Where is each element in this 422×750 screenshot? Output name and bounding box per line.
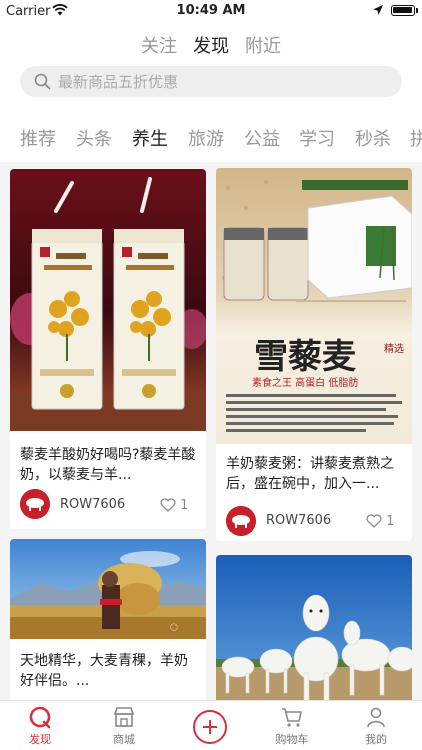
feed-grid: 藜麦羊酸奶好喝吗?藜麦羊酸奶，以藜麦与羊... ROW7606 1 雪藜麦 精选… bbox=[0, 162, 422, 700]
card-title: 羊奶藜麦粥：讲藜麦煮熟之后，盛在碗中，加入一... bbox=[226, 456, 394, 492]
battery-tip bbox=[416, 8, 418, 13]
tab-follow[interactable]: 关注 bbox=[141, 32, 177, 58]
profile-icon bbox=[367, 707, 385, 728]
category-charity[interactable]: 公益 bbox=[244, 125, 280, 151]
author-avatar bbox=[20, 489, 50, 519]
heart-icon bbox=[160, 498, 176, 512]
category-travel[interactable]: 旅游 bbox=[188, 125, 224, 151]
battery-icon bbox=[391, 5, 415, 16]
tabbar-label: 购物车 bbox=[275, 733, 309, 746]
category-recommend[interactable]: 推荐 bbox=[20, 125, 56, 151]
category-health[interactable]: 养生 bbox=[132, 125, 168, 151]
tabbar-discover[interactable]: 发现 bbox=[10, 705, 70, 747]
search-icon bbox=[34, 73, 51, 94]
category-headlines[interactable]: 头条 bbox=[76, 125, 112, 151]
bottom-tab-bar: 发现 商城 购物车 我的 bbox=[0, 700, 422, 750]
barley-harvest-image: ◯ bbox=[10, 539, 206, 639]
svg-text:◯: ◯ bbox=[170, 623, 178, 631]
snow-quinoa-poster-image: 雪藜麦 精选 素食之王 高蛋白 低脂肪 bbox=[216, 168, 412, 444]
top-tab-bar: 关注 发现 附近 bbox=[0, 22, 422, 81]
category-bar: 推荐 头条 养生 旅游 公益 学习 秒杀 拼 bbox=[0, 112, 422, 162]
poster-seal: 精选 bbox=[384, 342, 404, 355]
card-title: 藜麦羊酸奶好喝吗?藜麦羊酸奶，以藜麦与羊... bbox=[20, 447, 196, 483]
discover-icon bbox=[29, 706, 51, 729]
category-flash-sale[interactable]: 秒杀 bbox=[355, 125, 391, 151]
clock: 10:49 AM bbox=[176, 3, 246, 18]
author-name: ROW7606 bbox=[266, 513, 332, 528]
search-input[interactable] bbox=[58, 70, 388, 93]
tabbar-profile[interactable]: 我的 bbox=[346, 705, 406, 747]
poster-slogan: 素食之王 高蛋白 低脂肪 bbox=[252, 376, 358, 389]
author-avatar bbox=[226, 506, 256, 536]
category-learning[interactable]: 学习 bbox=[299, 125, 335, 151]
tab-discover[interactable]: 发现 bbox=[193, 32, 229, 58]
search-bar[interactable] bbox=[20, 66, 402, 97]
feed-card[interactable]: ◯ 天地精华，大麦青稞，羊奶好伴侣。... bbox=[10, 539, 206, 700]
like-button[interactable]: 1 bbox=[366, 514, 394, 529]
store-icon bbox=[113, 707, 135, 727]
tabbar-store[interactable]: 商城 bbox=[94, 705, 154, 747]
quinoa-yogurt-image bbox=[10, 169, 206, 431]
card-title: 天地精华，大麦青稞，羊奶好伴侣。... bbox=[20, 653, 188, 689]
feed-card[interactable]: 藜麦羊酸奶好喝吗?藜麦羊酸奶，以藜麦与羊... ROW7606 1 bbox=[10, 169, 206, 529]
like-count: 1 bbox=[180, 498, 189, 513]
location-arrow-icon bbox=[372, 4, 384, 20]
status-bar: Carrier 10:49 AM bbox=[0, 0, 422, 22]
like-button[interactable]: 1 bbox=[160, 498, 188, 513]
category-group-buy[interactable]: 拼 bbox=[410, 125, 422, 151]
add-icon[interactable] bbox=[193, 710, 227, 744]
like-count: 1 bbox=[386, 514, 395, 529]
tabbar-label: 发现 bbox=[29, 733, 51, 746]
poster-title: 雪藜麦 bbox=[254, 337, 356, 377]
tab-nearby[interactable]: 附近 bbox=[245, 32, 281, 58]
feed-card[interactable]: 雪藜麦 精选 素食之王 高蛋白 低脂肪 羊奶藜麦粥：讲藜麦煮熟之后，盛在碗中，加… bbox=[216, 168, 412, 541]
search-area bbox=[0, 62, 422, 112]
tabbar-label: 我的 bbox=[365, 733, 387, 746]
feed-card[interactable] bbox=[216, 555, 412, 700]
tabbar-label: 商城 bbox=[113, 733, 135, 746]
cart-icon bbox=[282, 708, 302, 727]
author-name: ROW7606 bbox=[60, 497, 126, 512]
heart-icon bbox=[366, 514, 382, 528]
tabbar-cart[interactable]: 购物车 bbox=[262, 705, 322, 747]
goats-image bbox=[216, 555, 412, 700]
